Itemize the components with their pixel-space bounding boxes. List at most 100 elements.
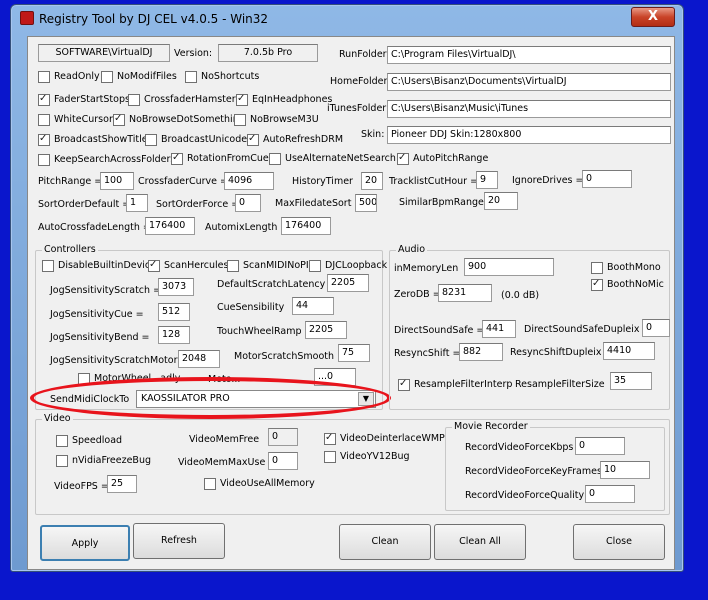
- crossfadercurve-input[interactable]: 4096: [224, 172, 274, 190]
- similarbpmrange-input[interactable]: 20: [484, 192, 518, 210]
- defaultscratchlatency-label: DefaultScratchLatency =: [217, 279, 337, 290]
- nobrowsem3u-checkbox[interactable]: NoBrowseM3U: [234, 114, 319, 126]
- speedload-checkbox[interactable]: Speedload: [56, 435, 122, 447]
- window-title: Registry Tool by DJ CEL v4.0.5 - Win32: [39, 12, 269, 26]
- faderstartstops-checkbox[interactable]: FaderStartStops: [38, 93, 130, 106]
- nvidiafreezebug-checkbox[interactable]: nVidiaFreezeBug: [56, 455, 151, 467]
- touchwheelramp-input[interactable]: 2205: [305, 321, 347, 339]
- nomodiffiles-checkbox[interactable]: NoModifFiles: [101, 71, 177, 83]
- usealternatenetsearch-checkbox[interactable]: UseAlternateNetSearch: [269, 153, 396, 165]
- recordvideoforcequality-input[interactable]: 0: [585, 485, 635, 503]
- skin-input[interactable]: Pioneer DDJ Skin:1280x800: [387, 126, 671, 144]
- broadcastunicode-checkbox[interactable]: BroadcastUnicode: [145, 134, 247, 146]
- inmemorylen-input[interactable]: 900: [464, 258, 554, 276]
- close-button[interactable]: Close: [573, 524, 665, 560]
- boothmono-checkbox[interactable]: BoothMono: [591, 262, 661, 274]
- pitchrange-input[interactable]: 100: [100, 172, 134, 190]
- motorscratchsmooth-input[interactable]: 75: [338, 344, 370, 362]
- audio-group-title: Audio: [396, 244, 428, 256]
- recordvideoforcekbps-input[interactable]: 0: [575, 437, 625, 455]
- jogsensitivitybend-input[interactable]: 128: [158, 326, 190, 344]
- historytimer-input[interactable]: 20: [361, 172, 383, 190]
- runfolder-input[interactable]: C:\Program Files\VirtualDJ\: [387, 46, 671, 64]
- registry-tool-window: Registry Tool by DJ CEL v4.0.5 - Win32 X…: [10, 4, 684, 572]
- itunesfolder-input[interactable]: C:\Users\Bisanz\Music\iTunes: [387, 100, 671, 118]
- jogsensitivityscratchmotor-label: JogSensitivityScratchMotor =: [50, 355, 189, 366]
- jogsensitivitycue-label: JogSensitivityCue =: [50, 309, 144, 320]
- videomemfree-display: 0: [268, 428, 298, 446]
- readonly-checkbox[interactable]: ReadOnly: [38, 71, 100, 83]
- videouseallmemory-checkbox[interactable]: VideoUseAllMemory: [204, 478, 315, 490]
- scanmidinopid-checkbox[interactable]: ScanMIDINoPID: [227, 260, 316, 272]
- disablebuiltindevice-checkbox[interactable]: DisableBuiltinDevice: [42, 260, 156, 272]
- runfolder-label: RunFolder:: [339, 49, 390, 60]
- homefolder-input[interactable]: C:\Users\Bisanz\Documents\VirtualDJ: [387, 73, 671, 91]
- djcloopback-checkbox[interactable]: DJCLoopback: [309, 260, 387, 272]
- clean-all-button[interactable]: Clean All: [434, 524, 526, 560]
- window-close-button[interactable]: X: [631, 7, 675, 27]
- crossfadercurve-label: CrossfaderCurve =: [138, 176, 228, 187]
- defaultscratchlatency-input[interactable]: 2205: [327, 274, 369, 292]
- broadcastshowtitles-checkbox[interactable]: BroadcastShowTitles: [38, 133, 153, 146]
- ignoredrives-input[interactable]: 0: [582, 170, 632, 188]
- directsoundsafedupleix-label: DirectSoundSafeDupleix =: [524, 324, 651, 335]
- video-group-title: Video: [42, 413, 73, 425]
- cuesensibility-input[interactable]: 44: [292, 297, 334, 315]
- similarbpmrange-label: SimilarBpmRange: [399, 197, 484, 208]
- tracklistcuthour-input[interactable]: 9: [476, 171, 498, 189]
- videofps-label: VideoFPS =: [54, 481, 109, 492]
- directsoundsafe-label: DirectSoundSafe =: [394, 325, 485, 336]
- version-display: 7.0.5b Pro: [218, 44, 318, 62]
- boothnomic-checkbox[interactable]: BoothNoMic: [591, 278, 664, 291]
- autocrossfadelength-label: AutoCrossfadeLength =: [38, 222, 151, 233]
- apply-button[interactable]: Apply: [40, 525, 130, 561]
- sortorderforce-input[interactable]: 0: [235, 194, 261, 212]
- crossfaderhamster-checkbox[interactable]: CrossfaderHamster: [128, 94, 236, 106]
- autopitchrange-checkbox[interactable]: AutoPitchRange: [397, 152, 488, 165]
- zerodb-input[interactable]: 8231: [438, 284, 492, 302]
- recordvideoforcekeyframes-input[interactable]: 10: [600, 461, 650, 479]
- videomemfree-label: VideoMemFree: [189, 434, 260, 445]
- whitecursor-checkbox[interactable]: WhiteCursor: [38, 114, 113, 126]
- cuesensibility-label: CueSensibility: [217, 302, 285, 313]
- noshortcuts-checkbox[interactable]: NoShortcuts: [185, 71, 259, 83]
- automixlength-input[interactable]: 176400: [281, 217, 331, 235]
- videofps-input[interactable]: 25: [107, 475, 137, 493]
- jogsensitivityscratch-input[interactable]: 3073: [158, 278, 194, 296]
- historytimer-label: HistoryTimer: [292, 176, 353, 187]
- videomemmaxuse-input[interactable]: 0: [268, 452, 298, 470]
- sortorderdefault-label: SortOrderDefault =: [38, 199, 131, 210]
- sortorderdefault-input[interactable]: 1: [126, 194, 148, 212]
- sortorderforce-label: SortOrderForce =: [156, 199, 240, 210]
- highlight-ellipse-annotation: [30, 377, 391, 419]
- jogsensitivityscratchmotor-input[interactable]: 2048: [178, 350, 220, 368]
- resamplefilterinterp-checkbox[interactable]: ResampleFilterInterp: [398, 378, 512, 391]
- motorscratchsmooth-label: MotorScratchSmooth: [234, 351, 335, 362]
- videodeinterlacewmp-checkbox[interactable]: VideoDeinterlaceWMP: [324, 432, 445, 445]
- itunesfolder-label: iTunesFolder:: [327, 103, 390, 114]
- version-label: Version:: [174, 48, 213, 59]
- maxfiledatesort-input[interactable]: 500: [355, 194, 377, 212]
- dialog-client-area: SOFTWARE\VirtualDJ Version: 7.0.5b Pro R…: [27, 36, 675, 570]
- resamplefiltersize-input[interactable]: 35: [610, 372, 652, 390]
- refresh-button[interactable]: Refresh: [133, 523, 225, 559]
- resyncshiftdupleix-label: ResyncShiftDupleix =: [510, 347, 613, 358]
- resyncshift-input[interactable]: 882: [459, 343, 503, 361]
- resyncshiftdupleix-input[interactable]: 4410: [603, 342, 655, 360]
- homefolder-label: HomeFolder:: [330, 76, 391, 87]
- directsoundsafe-input[interactable]: 441: [482, 320, 516, 338]
- clean-button[interactable]: Clean: [339, 524, 431, 560]
- recordvideoforcequality-label: RecordVideoForceQuality =: [465, 490, 596, 501]
- keepsearchacrossfolders-checkbox[interactable]: KeepSearchAcrossFolders: [38, 154, 175, 166]
- directsoundsafedupleix-input[interactable]: 0: [642, 319, 670, 337]
- nobrowsedotsomething-checkbox[interactable]: NoBrowseDotSomething: [113, 113, 245, 126]
- autorefreshdrm-checkbox[interactable]: AutoRefreshDRM: [247, 133, 343, 146]
- resamplefiltersize-label: ResampleFilterSize: [515, 379, 605, 390]
- jogsensitivitycue-input[interactable]: 512: [158, 303, 190, 321]
- autocrossfadelength-input[interactable]: 176400: [145, 217, 195, 235]
- scanhercules-checkbox[interactable]: ScanHercules: [148, 259, 228, 272]
- videoyv12bug-checkbox[interactable]: VideoYV12Bug: [324, 451, 410, 463]
- eqinheadphones-checkbox[interactable]: EqInHeadphones: [236, 93, 332, 106]
- title-bar[interactable]: Registry Tool by DJ CEL v4.0.5 - Win32 X: [11, 5, 683, 33]
- rotationfromcue-checkbox[interactable]: RotationFromCue: [171, 152, 269, 165]
